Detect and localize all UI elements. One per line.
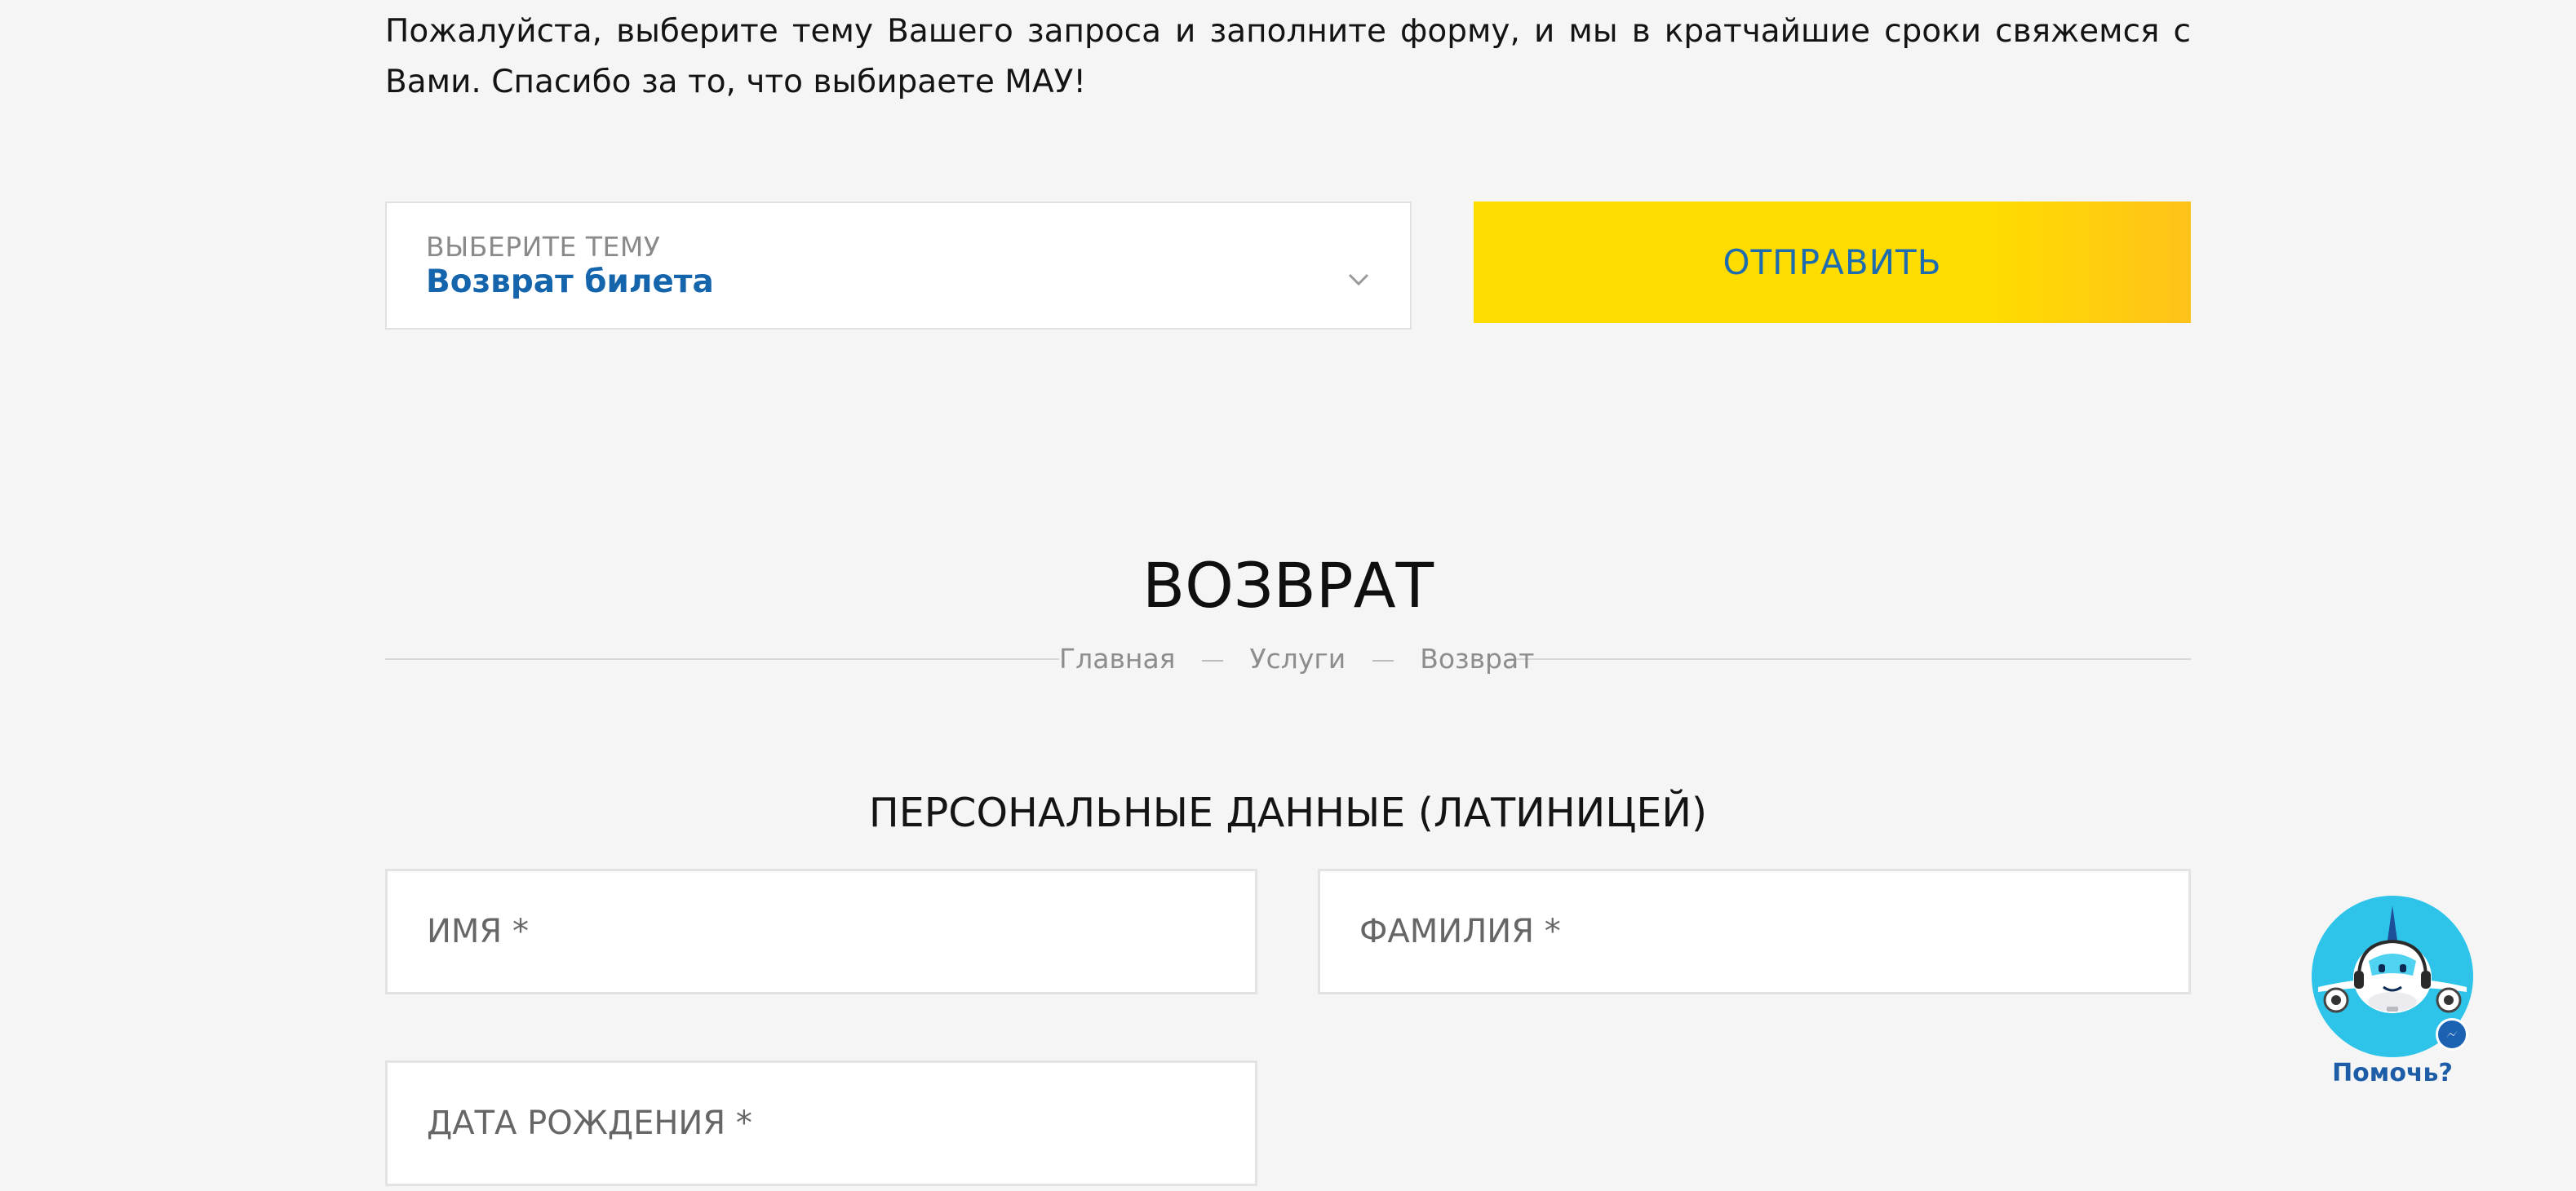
- topic-select-caption: ВЫБЕРИТЕ ТЕМУ: [426, 231, 661, 263]
- topic-select-value: Возврат билета: [426, 263, 714, 300]
- intro-text: Пожалуйста, выберите тему Вашего запроса…: [385, 13, 2191, 100]
- last-name-field[interactable]: [1318, 869, 2191, 994]
- topic-select[interactable]: ВЫБЕРИТЕ ТЕМУ Возврат билета: [385, 201, 1412, 330]
- help-label: Помочь?: [2332, 1059, 2453, 1087]
- breadcrumb-home[interactable]: Главная: [1059, 643, 1176, 675]
- breadcrumb-divider-left: [385, 658, 1059, 660]
- breadcrumb-separator: [1372, 659, 1394, 662]
- help-chat-widget[interactable]: Помочь?: [2311, 896, 2474, 1087]
- page-title: ВОЗВРАТ: [1142, 549, 1434, 622]
- submit-button[interactable]: ОТПРАВИТЬ: [1474, 201, 2191, 323]
- breadcrumb: Главная Услуги Возврат: [1059, 640, 1534, 679]
- breadcrumb-current: Возврат: [1420, 643, 1535, 675]
- personal-data-title: ПЕРСОНАЛЬНЫЕ ДАННЫЕ (ЛАТИНИЦЕЙ): [868, 790, 1708, 836]
- breadcrumb-separator: [1202, 659, 1224, 662]
- first-name-field[interactable]: [385, 869, 1257, 994]
- messenger-icon: [2436, 1018, 2468, 1051]
- breadcrumb-services[interactable]: Услуги: [1250, 643, 1346, 675]
- date-of-birth-field[interactable]: [385, 1060, 1257, 1186]
- chevron-down-icon: [1348, 273, 1369, 286]
- breadcrumb-divider-right: [1516, 658, 2191, 660]
- help-chat-button[interactable]: [2312, 896, 2473, 1057]
